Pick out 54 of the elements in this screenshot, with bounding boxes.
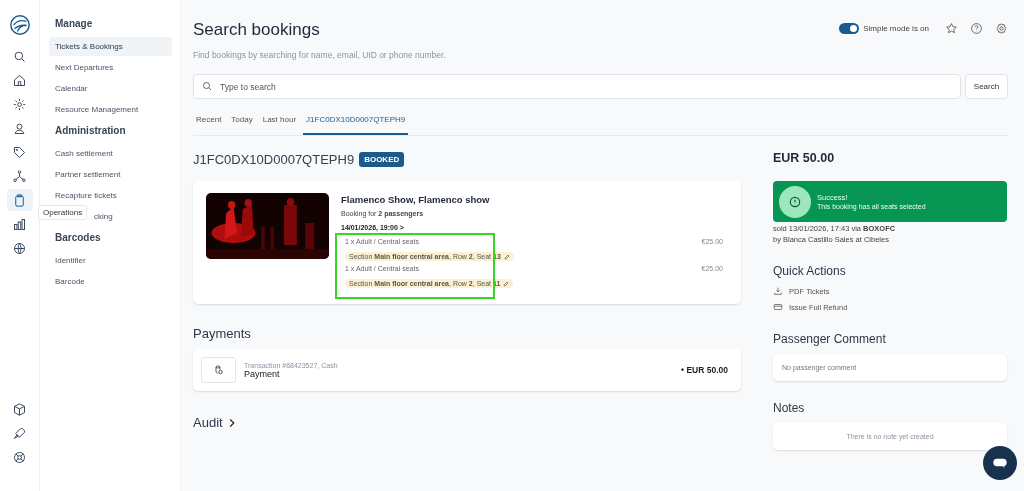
status-badge: BOOKED: [359, 152, 405, 167]
menu-item[interactable]: Partner settlement: [49, 165, 172, 184]
menu-item[interactable]: Resource Management: [49, 100, 172, 119]
menu-item[interactable]: Barcode: [49, 272, 172, 291]
cube-icon: [12, 401, 27, 417]
toggle-label: Simple mode is on: [863, 24, 929, 33]
tab[interactable]: J1FC0DX10D0007QTEPH9: [303, 107, 409, 135]
section-heading: Quick Actions: [773, 264, 847, 278]
user-icon: [12, 120, 27, 136]
menu-item[interactable]: Recapture tickets: [49, 186, 172, 205]
chat-button[interactable]: [983, 446, 1017, 480]
tab[interactable]: Last hour: [259, 107, 300, 135]
bar-chart-icon: [12, 216, 27, 232]
search-field[interactable]: Type to search: [193, 74, 961, 99]
logo-icon[interactable]: [8, 14, 31, 36]
alert-icon: [779, 185, 811, 218]
download-icon: [773, 286, 783, 296]
tooltip: Operations: [38, 205, 88, 220]
globe-icon: [12, 240, 27, 256]
home-icon: [12, 72, 27, 88]
booking-code: J1FC0DX10D0007QTEPH9: [193, 152, 355, 167]
section-heading: Passenger Comment: [773, 332, 887, 346]
tab[interactable]: Recent: [193, 107, 225, 135]
pencil-icon: [503, 280, 510, 287]
coins-icon: [201, 357, 236, 383]
menu-item[interactable]: Tickets & Bookings: [49, 37, 172, 56]
tag-icon: [12, 144, 27, 160]
toggle-switch[interactable]: [839, 23, 860, 34]
tab[interactable]: Today: [228, 107, 256, 135]
menu-item[interactable]: Calendar: [49, 79, 172, 98]
page-title: Search bookings: [193, 20, 321, 40]
card-icon: [773, 302, 783, 312]
nav-button[interactable]: [6, 189, 33, 211]
section-heading: Notes: [773, 401, 806, 415]
total-amount: EUR 50.00: [773, 151, 836, 165]
section-heading: Payments: [193, 326, 252, 341]
menu-item[interactable]: Next Departures: [49, 58, 172, 77]
section-title: Manage: [54, 17, 94, 31]
menu-item[interactable]: Identifier: [49, 251, 172, 270]
section-title: Barcodes: [54, 231, 102, 245]
star-icon[interactable]: [945, 22, 958, 35]
search-button[interactable]: Search: [965, 74, 1008, 99]
section-title: Administration: [54, 124, 127, 138]
payment-amount: • EUR 50.00: [681, 365, 728, 375]
network-icon: [12, 168, 27, 184]
help-icon[interactable]: [970, 22, 983, 35]
payment-label: Payment: [244, 368, 281, 379]
page-subtitle: Find bookings by searching for name, email, UID or phone number.: [193, 50, 446, 60]
pencil-icon: [503, 253, 510, 260]
audit-link[interactable]: Audit: [193, 415, 239, 430]
clipboard-icon: [12, 192, 27, 208]
menu-item[interactable]: Cash settlement: [49, 144, 172, 163]
lifebuoy-icon: [12, 449, 27, 465]
show-title: Flamenco Show, Flamenco show: [341, 194, 491, 205]
